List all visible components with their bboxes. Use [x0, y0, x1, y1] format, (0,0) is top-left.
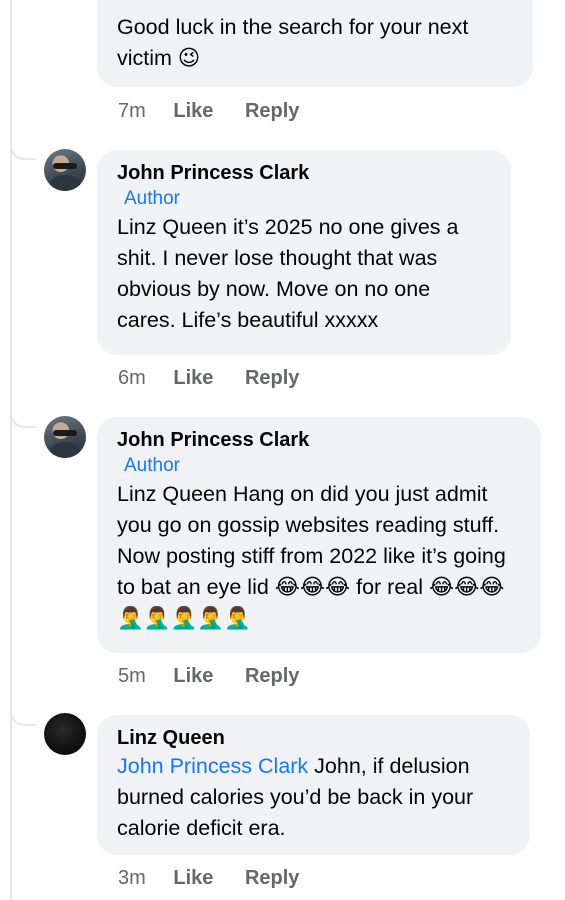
reply-button[interactable]: Reply	[245, 366, 299, 390]
mention-link[interactable]: John Princess Clark	[117, 754, 308, 778]
comment-actions: 7m Like Reply	[118, 99, 325, 123]
thread-branch	[10, 410, 36, 428]
comment-bubble: Good luck in the search for your next vi…	[97, 0, 533, 87]
reply-button[interactable]: Reply	[245, 664, 299, 688]
comment-timestamp: 3m	[118, 867, 146, 889]
avatar[interactable]	[44, 149, 86, 191]
author-badge: Author	[124, 455, 180, 476]
thread-branch	[10, 708, 36, 726]
comment-text: John Princess Clark John, if delusion bu…	[117, 751, 510, 844]
comment-actions: 6m Like Reply	[118, 366, 325, 390]
comment-text: Linz Queen it’s 2025 no one gives a shit…	[117, 215, 459, 332]
like-button[interactable]: Like	[173, 99, 213, 123]
like-button[interactable]: Like	[173, 366, 213, 390]
comment-author-name[interactable]: John Princess Clark	[117, 160, 491, 186]
comment-text: Linz Queen Hang on did you just admit yo…	[117, 482, 506, 630]
avatar[interactable]	[44, 713, 86, 755]
comment-text: Good luck in the search for your next vi…	[117, 15, 469, 70]
like-button[interactable]: Like	[173, 866, 213, 890]
comment-author-name[interactable]: John Princess Clark	[117, 427, 521, 453]
comment-timestamp: 7m	[118, 100, 146, 122]
comment-bubble: Linz Queen John Princess Clark John, if …	[97, 715, 530, 855]
comment-bubble: John Princess Clark Author Linz Queen it…	[97, 150, 511, 355]
comment-actions: 5m Like Reply	[118, 664, 325, 688]
reply-button[interactable]: Reply	[245, 99, 299, 123]
author-badge: Author	[124, 188, 180, 209]
like-button[interactable]: Like	[173, 664, 213, 688]
comment-timestamp: 6m	[118, 367, 146, 389]
thread-line	[10, 0, 12, 900]
comment-author-name[interactable]: Linz Queen	[117, 725, 510, 751]
thread-branch	[10, 142, 36, 160]
comment-actions: 3m Like Reply	[118, 866, 325, 890]
comment-timestamp: 5m	[118, 665, 146, 687]
comment-bubble: John Princess Clark Author Linz Queen Ha…	[97, 417, 541, 653]
avatar[interactable]	[44, 416, 86, 458]
reply-button[interactable]: Reply	[245, 866, 299, 890]
